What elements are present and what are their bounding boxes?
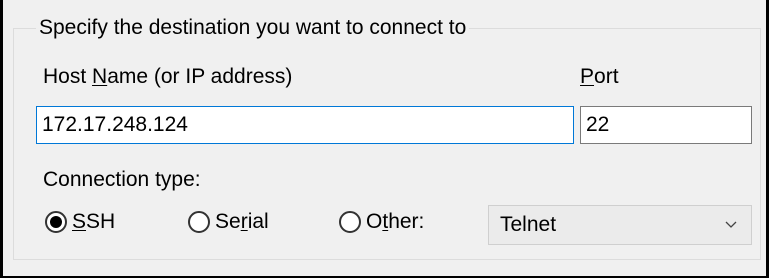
radio-serial-label: Serial [215,210,269,233]
radio-other-label: Other: [366,210,425,233]
port-label: Port [580,65,619,89]
host-label-accelerator: N [92,65,108,88]
radio-other[interactable]: Other: [339,209,424,235]
radio-other-indicator[interactable] [339,211,361,233]
other-protocol-value: Telnet [500,213,557,236]
radio-ssh-indicator[interactable] [45,211,67,233]
radio-ssh-label: SSH [72,210,116,233]
port-label-part: ort [594,65,619,88]
radio-serial-indicator[interactable] [188,211,210,233]
session-panel: Specify the destination you want to conn… [3,0,766,276]
radio-serial[interactable]: Serial [188,209,269,235]
other-protocol-select[interactable]: Telnet [488,205,752,245]
port-input[interactable]: 22 [580,106,752,144]
screenshot-frame: Specify the destination you want to conn… [0,0,769,278]
group-legend: Specify the destination you want to conn… [36,16,470,40]
radio-ssh[interactable]: SSH [45,209,115,235]
host-name-label: Host Name (or IP address) [43,65,292,89]
host-label-part: ame (or IP address) [107,65,293,88]
port-label-accelerator: P [580,65,595,88]
connection-type-label: Connection type: [43,168,201,191]
host-name-input[interactable]: 172.17.248.124 [36,106,574,144]
host-label-part: Host [43,65,93,88]
chevron-down-icon [725,221,737,228]
